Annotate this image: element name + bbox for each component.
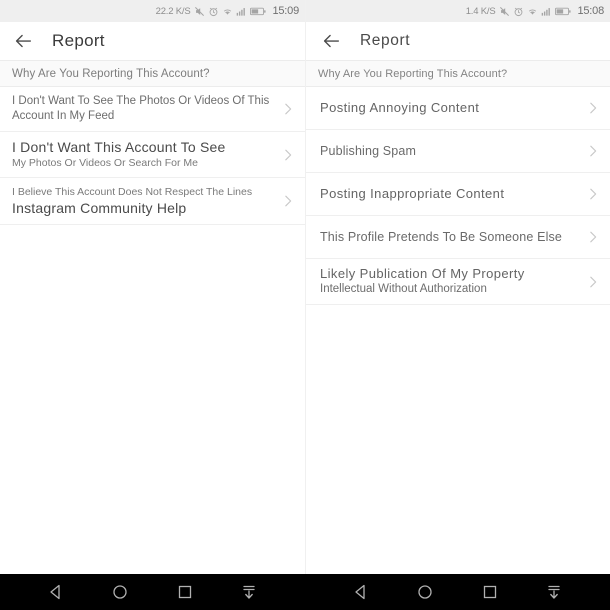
- list-item[interactable]: Likely Publication Of My Property Intell…: [306, 259, 610, 305]
- dual-screenshot-container: 22.2 K/S 15:09 Report Why Are You Report…: [0, 0, 610, 610]
- back-triangle-icon[interactable]: [46, 582, 66, 602]
- recents-square-icon[interactable]: [480, 582, 500, 602]
- list-item-line-1: Posting Inappropriate Content: [320, 186, 505, 201]
- list-item-line-1: Publishing Spam: [320, 144, 417, 158]
- left-screen-panel: 22.2 K/S 15:09 Report Why Are You Report…: [0, 0, 305, 610]
- chevron-right-icon: [281, 102, 295, 116]
- chevron-right-icon: [586, 275, 600, 289]
- list-item[interactable]: I Don't Want To See The Photos Or Videos…: [0, 87, 305, 132]
- right-screen-panel: 1.4 K/S 15:08 Report Why Are You Reporti…: [305, 0, 610, 610]
- section-header-label: Why Are You Reporting This Account?: [318, 67, 508, 80]
- back-triangle-icon[interactable]: [351, 582, 371, 602]
- hide-navbar-icon[interactable]: [544, 582, 564, 602]
- list-item-text: This Profile Pretends To Be Someone Else: [320, 229, 586, 245]
- list-item-text: I Believe This Account Does Not Respect …: [12, 185, 281, 217]
- battery-icon: [250, 6, 267, 17]
- status-bar-right: 1.4 K/S 15:08: [306, 0, 610, 22]
- home-circle-icon[interactable]: [110, 582, 130, 602]
- page-title: Report: [52, 31, 105, 50]
- nav-buttons-right: [305, 574, 610, 610]
- mute-icon: [499, 6, 510, 17]
- list-item[interactable]: I Don't Want This Account To See My Phot…: [0, 132, 305, 178]
- page-title: Report: [360, 32, 411, 49]
- report-reason-list-left: I Don't Want To See The Photos Or Videos…: [0, 87, 305, 225]
- recents-square-icon[interactable]: [175, 582, 195, 602]
- list-item[interactable]: I Believe This Account Does Not Respect …: [0, 178, 305, 225]
- list-item-line-1: This Profile Pretends To Be Someone Else: [320, 230, 563, 244]
- status-icons-right: [499, 6, 572, 17]
- list-item-text: I Don't Want This Account To See My Phot…: [12, 139, 281, 170]
- section-header-left: Why Are You Reporting This Account?: [0, 60, 305, 87]
- chevron-right-icon: [281, 194, 295, 208]
- mute-icon: [194, 6, 205, 17]
- list-item[interactable]: Posting Annoying Content: [306, 87, 610, 130]
- wifi-icon: [527, 6, 538, 17]
- list-item[interactable]: This Profile Pretends To Be Someone Else: [306, 216, 610, 259]
- report-reason-list-right: Posting Annoying Content Publishing Spam…: [306, 87, 610, 305]
- list-item-line-1: I Believe This Account Does Not Respect …: [12, 186, 253, 198]
- chevron-right-icon: [281, 148, 295, 162]
- app-bar-right: Report: [306, 22, 610, 60]
- chevron-right-icon: [586, 144, 600, 158]
- list-item-text: I Don't Want To See The Photos Or Videos…: [12, 94, 281, 124]
- back-arrow-icon[interactable]: [320, 30, 342, 52]
- wifi-icon: [222, 6, 233, 17]
- signal-icon: [236, 6, 247, 17]
- list-item-line-2: My Photos Or Videos Or Search For Me: [12, 157, 198, 169]
- home-circle-icon[interactable]: [415, 582, 435, 602]
- list-item-text: Publishing Spam: [320, 143, 586, 159]
- list-item[interactable]: Posting Inappropriate Content: [306, 173, 610, 216]
- hide-navbar-icon[interactable]: [239, 582, 259, 602]
- network-speed-right: 1.4 K/S: [465, 5, 496, 17]
- chevron-right-icon: [586, 187, 600, 201]
- status-bar-left: 22.2 K/S 15:09: [0, 0, 305, 22]
- battery-icon: [555, 6, 572, 17]
- status-icons-left: [194, 6, 267, 17]
- alarm-icon: [208, 6, 219, 17]
- app-bar-left: Report: [0, 22, 305, 60]
- chevron-right-icon: [586, 230, 600, 244]
- chevron-right-icon: [586, 101, 600, 115]
- network-speed-left: 22.2 K/S: [155, 5, 191, 17]
- list-item-text: Posting Annoying Content: [320, 100, 586, 116]
- android-navigation-bar: [0, 574, 610, 610]
- list-item-line-2: Intellectual Without Authorization: [320, 283, 487, 295]
- section-header-right: Why Are You Reporting This Account?: [306, 60, 610, 87]
- clock-left: 15:09: [272, 5, 299, 17]
- list-item-text: Posting Inappropriate Content: [320, 186, 586, 202]
- signal-icon: [541, 6, 552, 17]
- list-item-line-1: I Don't Want This Account To See: [12, 139, 226, 155]
- list-item-text: Likely Publication Of My Property Intell…: [320, 266, 586, 297]
- list-item-line-2: Instagram Community Help: [12, 200, 187, 216]
- nav-buttons-left: [0, 574, 305, 610]
- list-item[interactable]: Publishing Spam: [306, 130, 610, 173]
- section-header-label: Why Are You Reporting This Account?: [12, 67, 210, 80]
- list-item-line-2: Account In My Feed: [12, 110, 115, 122]
- list-item-line-1: Likely Publication Of My Property: [320, 266, 525, 281]
- back-arrow-icon[interactable]: [12, 30, 34, 52]
- clock-right: 15:08: [577, 5, 604, 17]
- list-item-line-1: Posting Annoying Content: [320, 100, 480, 115]
- alarm-icon: [513, 6, 524, 17]
- list-item-line-1: I Don't Want To See The Photos Or Videos…: [12, 95, 270, 107]
